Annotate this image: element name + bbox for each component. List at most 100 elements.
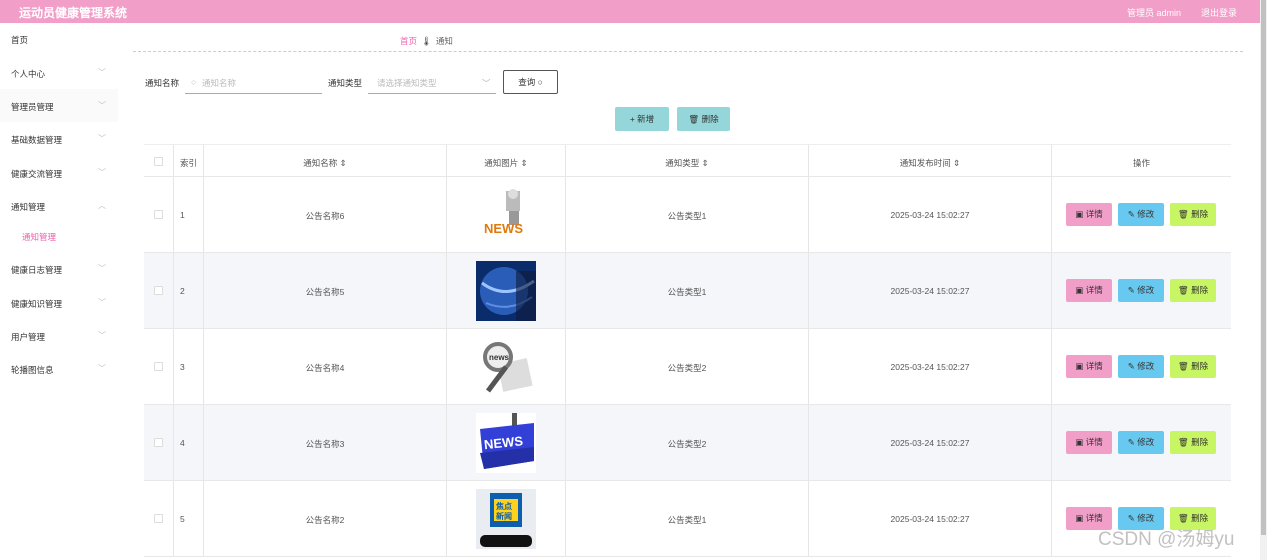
type-cell: 公告类型2: [566, 405, 809, 480]
notice-name-input[interactable]: ○ 通知名称: [185, 70, 322, 94]
svg-text:焦点: 焦点: [495, 501, 512, 511]
index-value: 1: [180, 210, 185, 220]
index-cell: 3: [174, 329, 204, 404]
sidebar-item-carousel[interactable]: 轮播图信息 ﹀: [0, 352, 118, 385]
row-checkbox-cell: [144, 329, 174, 404]
edit-button[interactable]: ✎ 修改: [1118, 355, 1164, 378]
sidebar-item-home[interactable]: 首页: [0, 23, 118, 56]
detail-button[interactable]: ▣ 详情: [1066, 203, 1112, 226]
delete-label: 删除: [701, 114, 719, 124]
ops-cell: ▣ 详情 ✎ 修改 🗑 删除: [1052, 329, 1231, 404]
sidebar-item-label: 通知管理: [11, 202, 46, 212]
index-value: 3: [180, 362, 185, 372]
batch-delete-button[interactable]: 🗑 删除: [677, 107, 730, 131]
row-checkbox[interactable]: [154, 438, 163, 447]
chevron-down-icon: ﹀: [98, 168, 106, 177]
svg-text:news: news: [489, 353, 510, 362]
query-button[interactable]: 查询 ○: [503, 70, 558, 94]
col-type[interactable]: 通知类型 ⇕: [566, 145, 809, 176]
detail-button[interactable]: ▣ 详情: [1066, 355, 1112, 378]
row-checkbox[interactable]: [154, 286, 163, 295]
delete-button[interactable]: 🗑 删除: [1170, 355, 1216, 378]
type-cell: 公告类型1: [566, 253, 809, 328]
notice-name: 公告名称2: [305, 515, 345, 525]
delete-label: 删除: [1191, 437, 1209, 447]
notice-image[interactable]: news: [476, 337, 536, 397]
edit-icon: ✎: [1127, 209, 1135, 219]
detail-button[interactable]: ▣ 详情: [1066, 431, 1112, 454]
edit-button[interactable]: ✎ 修改: [1118, 431, 1164, 454]
sort-icon: ⇕: [520, 158, 528, 168]
trash-icon: 🗑: [1177, 513, 1189, 523]
notice-name-placeholder: 通知名称: [202, 78, 237, 88]
notice-image[interactable]: NEWS: [476, 413, 536, 473]
type-cell: 公告类型1: [566, 177, 809, 252]
select-all-checkbox[interactable]: [154, 157, 163, 166]
col-image[interactable]: 通知图片 ⇕: [447, 145, 566, 176]
sort-icon: ⇕: [953, 158, 961, 168]
sidebar-item-label: 基础数据管理: [11, 135, 63, 145]
edit-button[interactable]: ✎ 修改: [1118, 203, 1164, 226]
thermometer-icon: 🌡: [421, 36, 432, 46]
sidebar-item-label: 首页: [11, 35, 29, 45]
col-ops: 操作: [1052, 145, 1231, 176]
detail-icon: ▣: [1075, 209, 1084, 219]
logout-link[interactable]: 退出登录: [1201, 6, 1237, 19]
notice-image[interactable]: NEWS: [476, 185, 536, 245]
ops-cell: ▣ 详情 ✎ 修改 🗑 删除: [1052, 253, 1231, 328]
notice-type-select[interactable]: 请选择通知类型 ﹀: [368, 70, 496, 94]
sort-icon: ⇕: [339, 158, 347, 168]
edit-label: 修改: [1137, 361, 1155, 371]
sidebar-subitem-notice-manage[interactable]: 通知管理: [22, 231, 56, 243]
sidebar-item-notices[interactable]: 通知管理 ︿: [0, 189, 118, 222]
row-checkbox[interactable]: [154, 362, 163, 371]
sidebar-item-admins[interactable]: 管理员管理 ﹀: [0, 89, 118, 122]
chevron-down-icon: ﹀: [482, 78, 491, 88]
notice-name: 公告名称6: [305, 211, 345, 221]
chevron-down-icon: ﹀: [98, 264, 106, 273]
header-checkbox-cell: [144, 145, 174, 176]
detail-button[interactable]: ▣ 详情: [1066, 279, 1112, 302]
name-cell: 公告名称3: [204, 405, 447, 480]
sidebar-item-health-log[interactable]: 健康日志管理 ﹀: [0, 252, 118, 285]
delete-button[interactable]: 🗑 删除: [1170, 279, 1216, 302]
col-ops-label: 操作: [1132, 158, 1150, 168]
search-icon: ○: [537, 77, 543, 87]
row-checkbox-cell: [144, 481, 174, 556]
top-bar: 运动员健康管理系统 管理员 admin 退出登录: [0, 0, 1260, 23]
sidebar-item-label: 管理员管理: [11, 102, 54, 112]
notice-image[interactable]: 焦点 新闻: [476, 489, 536, 549]
col-time-label: 通知发布时间 ⇕: [809, 157, 1051, 169]
notice-time: 2025-03-24 15:02:27: [890, 514, 970, 524]
sidebar-item-health-exchange[interactable]: 健康交流管理 ﹀: [0, 156, 118, 189]
notice-image[interactable]: [476, 261, 536, 321]
trash-icon: 🗑: [1177, 437, 1189, 447]
col-time[interactable]: 通知发布时间 ⇕: [809, 145, 1052, 176]
sidebar-item-health-knowledge[interactable]: 健康知识管理 ﹀: [0, 286, 118, 319]
time-cell: 2025-03-24 15:02:27: [809, 329, 1052, 404]
row-checkbox[interactable]: [154, 210, 163, 219]
sidebar-item-basic-data[interactable]: 基础数据管理 ﹀: [0, 122, 118, 155]
edit-button[interactable]: ✎ 修改: [1118, 279, 1164, 302]
index-cell: 5: [174, 481, 204, 556]
sidebar-item-users[interactable]: 用户管理 ﹀: [0, 319, 118, 352]
add-button[interactable]: + 新增: [615, 107, 669, 131]
scrollbar[interactable]: [1260, 0, 1267, 560]
row-checkbox[interactable]: [154, 514, 163, 523]
delete-button[interactable]: 🗑 删除: [1170, 431, 1216, 454]
sidebar-item-personal[interactable]: 个人中心 ﹀: [0, 56, 118, 89]
detail-label: 详情: [1085, 361, 1103, 371]
notice-name: 公告名称5: [305, 287, 345, 297]
table-row: 3 公告名称4 news 公告类型2 2025-03-24 15:02:27 ▣ 详情 ✎ …: [144, 329, 1231, 405]
sidebar-item-label: 轮播图信息: [11, 365, 54, 375]
admin-user[interactable]: 管理员 admin: [1127, 6, 1181, 19]
notice-type: 公告类型1: [667, 515, 707, 525]
col-name[interactable]: 通知名称 ⇕: [204, 145, 447, 176]
sidebar: 首页 个人中心 ﹀ 管理员管理 ﹀ 基础数据管理 ﹀ 健康交流管理 ﹀ 通知管理…: [0, 23, 118, 560]
scrollbar-thumb[interactable]: [1261, 0, 1266, 535]
delete-button[interactable]: 🗑 删除: [1170, 203, 1216, 226]
breadcrumb-home[interactable]: 首页: [400, 36, 417, 46]
sidebar-item-label: 用户管理: [11, 332, 46, 342]
edit-label: 修改: [1137, 209, 1155, 219]
detail-icon: ▣: [1075, 361, 1084, 371]
